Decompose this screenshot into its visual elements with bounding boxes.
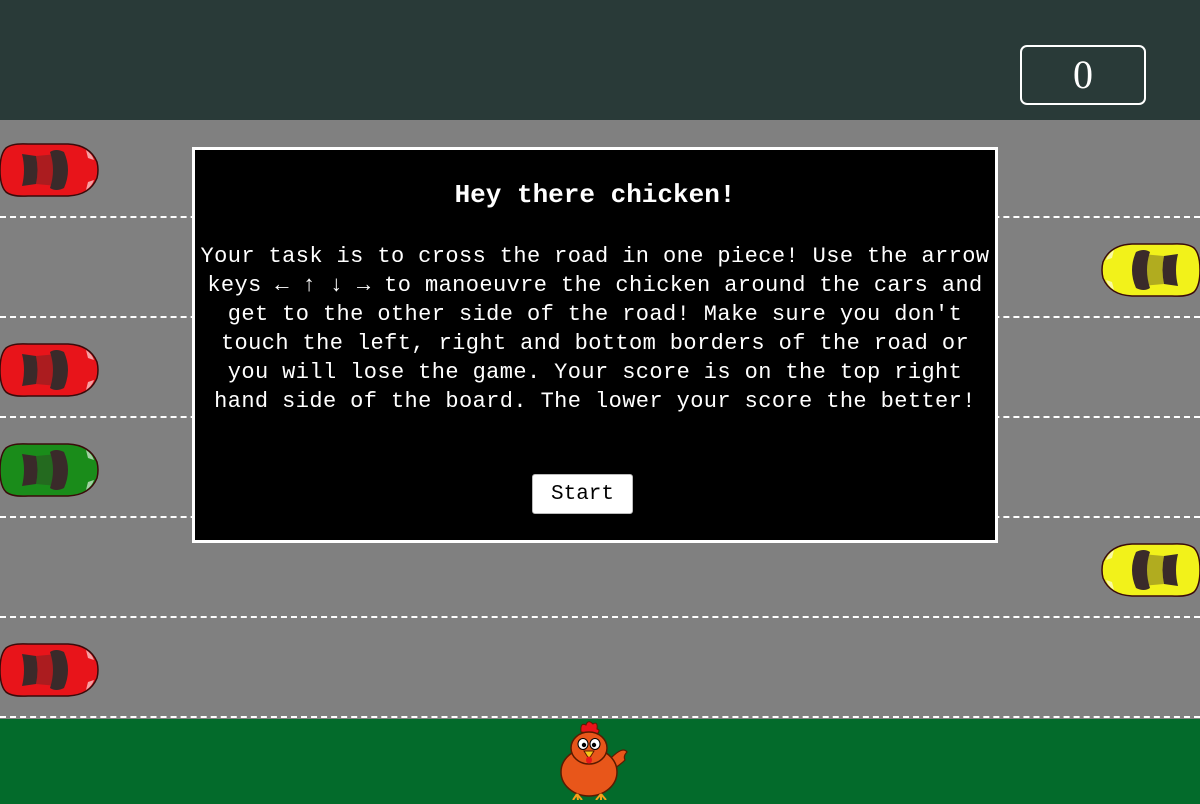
instructions-modal: Hey there chicken! Your task is to cross… [192, 147, 998, 543]
score-display: 0 [1020, 45, 1146, 105]
car-green [0, 440, 100, 500]
car-yellow [1100, 240, 1200, 300]
car-red [0, 340, 100, 400]
car-red [0, 640, 100, 700]
chicken-player [553, 720, 629, 800]
car-yellow [1100, 540, 1200, 600]
modal-instructions: Your task is to cross the road in one pi… [200, 244, 990, 414]
lane-divider [0, 716, 1200, 718]
start-button[interactable]: Start [532, 474, 633, 514]
modal-title: Hey there chicken! [454, 180, 736, 210]
lane-divider [0, 616, 1200, 618]
car-red [0, 140, 100, 200]
top-bar: 0 [0, 0, 1200, 120]
